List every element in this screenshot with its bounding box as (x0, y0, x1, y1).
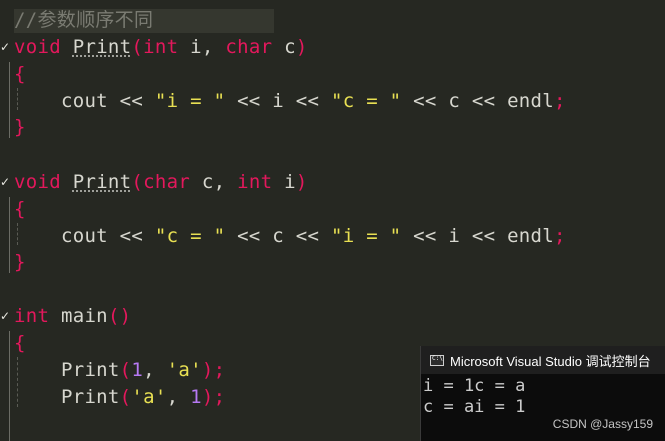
collapse-chevron-icon[interactable]: ✓ (0, 310, 12, 322)
console-title: Microsoft Visual Studio 调试控制台 (450, 353, 651, 369)
main-signature: int main() (14, 303, 131, 329)
scope-bracket (9, 197, 10, 273)
paren: ( (119, 359, 132, 381)
code-text: cout << (60, 225, 155, 247)
code-text: << i << endl (401, 225, 555, 247)
main-call-2: Print('a', 1); (14, 384, 225, 410)
func1-body: cout << "i = " << i << "c = " << c << en… (14, 88, 566, 114)
param-type: char (225, 36, 273, 58)
string-literal: "i = " (330, 225, 402, 247)
paren: ); (201, 359, 226, 381)
string-literal: "c = " (154, 225, 226, 247)
char-literal: 'a' (166, 359, 202, 381)
close-brace: } (14, 251, 26, 273)
function-name[interactable]: Print (73, 171, 132, 193)
param-name: i, (178, 36, 226, 58)
param-type: char (143, 171, 191, 193)
console-output-line: c = ai = 1 (423, 397, 526, 417)
scope-bracket (9, 331, 10, 441)
open-brace: { (14, 332, 26, 354)
return-type: int (14, 305, 50, 327)
comma: , (143, 359, 167, 381)
comment-line: //参数顺序不同 (14, 7, 153, 33)
function-call[interactable]: Print (61, 359, 120, 381)
func2-signature: void Print(char c, int i) (14, 169, 308, 195)
func2-body: cout << "c = " << c << "i = " << i << en… (14, 223, 566, 249)
code-text: << i << (225, 90, 331, 112)
param-type: int (237, 171, 273, 193)
paren: ) (295, 171, 308, 193)
function-call[interactable]: Print (61, 386, 120, 408)
paren: ); (201, 386, 226, 408)
function-name[interactable]: Print (73, 36, 132, 58)
paren: ) (295, 36, 308, 58)
open-brace: { (14, 198, 26, 220)
collapse-chevron-icon[interactable]: ✓ (0, 176, 12, 188)
semicolon: ; (554, 90, 566, 112)
param-type: int (143, 36, 179, 58)
semicolon: ; (554, 225, 566, 247)
param-name: c, (190, 171, 238, 193)
return-type: void (14, 36, 61, 58)
number-literal: 1 (131, 359, 144, 381)
code-text: cout << (60, 90, 155, 112)
return-type: void (14, 171, 61, 193)
main-call-1: Print(1, 'a'); (14, 357, 225, 383)
func1-signature: void Print(int i, char c) (14, 34, 308, 60)
function-name[interactable]: main (61, 305, 108, 327)
code-text: << c << endl (401, 90, 555, 112)
char-literal: 'a' (131, 386, 167, 408)
console-output-line: i = 1c = a (423, 376, 526, 396)
string-literal: "c = " (330, 90, 402, 112)
param-name: i (272, 171, 296, 193)
console-icon (430, 354, 444, 366)
console-titlebar[interactable]: Microsoft Visual Studio 调试控制台 (421, 346, 665, 374)
open-brace: { (14, 63, 26, 85)
paren: () (107, 305, 132, 327)
number-literal: 1 (190, 386, 202, 408)
scope-bracket (9, 62, 10, 138)
code-text: << c << (225, 225, 331, 247)
collapse-chevron-icon[interactable]: ✓ (0, 41, 12, 53)
paren: ( (119, 386, 132, 408)
close-brace: } (14, 116, 26, 138)
string-literal: "i = " (154, 90, 226, 112)
paren: ( (131, 36, 144, 58)
watermark: CSDN @Jassy159 (552, 417, 653, 431)
param-name: c (272, 36, 296, 58)
comment-text: //参数顺序不同 (14, 9, 154, 31)
paren: ( (131, 171, 144, 193)
comma: , (166, 386, 191, 408)
